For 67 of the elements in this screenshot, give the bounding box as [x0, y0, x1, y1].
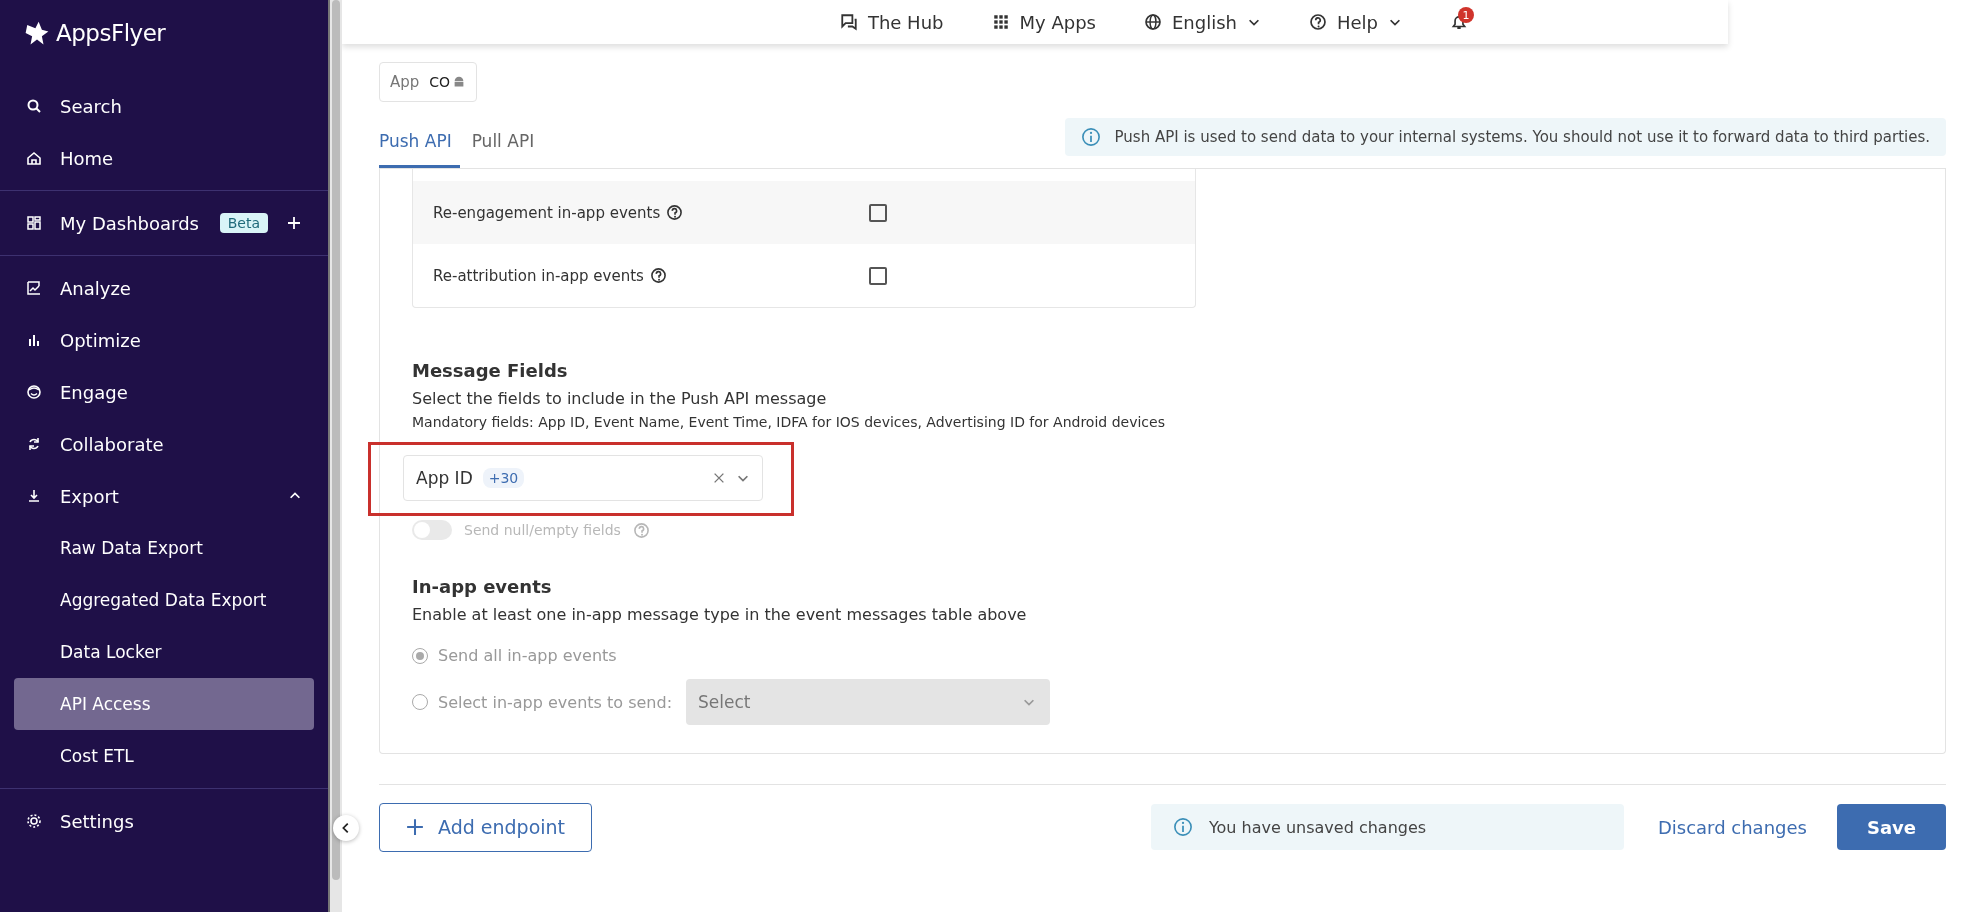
sidebar-item[interactable]: Engage: [0, 366, 328, 418]
fields-select[interactable]: App ID +30: [403, 455, 763, 501]
apps-icon: [991, 13, 1010, 31]
section-description: Select the fields to include in the Push API message: [412, 389, 828, 408]
sidebar-subitem[interactable]: Data Locker: [14, 626, 314, 678]
face-icon: [26, 384, 42, 400]
bell-icon[interactable]: [1450, 13, 1468, 31]
nav-dropdown[interactable]: English: [1143, 11, 1261, 33]
sidebar-item[interactable]: Export: [0, 470, 328, 522]
sidebar-item[interactable]: Settings: [0, 795, 328, 847]
home-icon: [26, 150, 42, 166]
toggle-label: Send null/empty fields: [464, 522, 621, 538]
help-icon[interactable]: [666, 204, 684, 221]
checkbox[interactable]: [869, 266, 887, 285]
beta-badge: Beta: [219, 213, 268, 233]
sidebar-item[interactable]: My Dashboards Beta: [0, 197, 328, 249]
bar-chart-icon: [26, 332, 42, 348]
help-icon[interactable]: [649, 267, 667, 284]
sidebar-subitem[interactable]: Raw Data Export: [14, 522, 314, 574]
section-title: In-app events: [412, 576, 553, 597]
nav-link[interactable]: The Hub: [839, 11, 944, 33]
add-endpoint-button[interactable]: Add endpoint: [379, 802, 593, 852]
logo-icon: [24, 20, 50, 46]
scrollbar[interactable]: [328, 0, 342, 912]
sidebar-item[interactable]: Collaborate: [0, 418, 328, 470]
checkbox[interactable]: [869, 203, 887, 222]
collapse-button[interactable]: [333, 815, 359, 841]
add-icon[interactable]: [286, 215, 302, 231]
mandatory-note: Mandatory fields: App ID, Event Name, Event Time, IDFA for IOS devices, Advertising ID for Android devices: [412, 414, 1166, 430]
discard-link[interactable]: Discard changes: [1651, 815, 1813, 839]
grid-icon: [26, 215, 42, 231]
tab[interactable]: Push API: [379, 118, 460, 168]
plus-icon: [406, 818, 424, 836]
radio-label: Select in-app events to send:: [438, 692, 672, 712]
section-title: Message Fields: [412, 360, 569, 381]
info-icon: [1172, 817, 1193, 837]
nav-link[interactable]: My Apps: [991, 11, 1096, 33]
download-icon: [26, 488, 42, 504]
clear-icon[interactable]: [712, 471, 726, 485]
count-badge: +30: [482, 468, 525, 488]
section-description: Enable at least one in-app message type in the event messages table above: [412, 605, 1028, 624]
settings-icon: [26, 813, 42, 829]
chart-icon: [26, 280, 42, 296]
chat-icon: [839, 13, 858, 31]
radio-label: Send all in-app events: [438, 646, 617, 665]
tab[interactable]: Pull API: [463, 118, 543, 168]
help-icon: [1308, 13, 1327, 31]
sidebar-subitem[interactable]: API Access: [14, 678, 314, 730]
sidebar-item[interactable]: Search: [0, 80, 328, 132]
sidebar-subitem[interactable]: Aggregated Data Export: [14, 574, 314, 626]
app-selector[interactable]: App CO: [379, 62, 478, 102]
banner-text: Push API is used to send data to your internal systems. You should not use it to forward data to third parties.: [1114, 128, 1930, 146]
search-icon: [26, 98, 42, 114]
event-label: Re-attribution in-app events: [433, 266, 644, 285]
sidebar-subitem[interactable]: Cost ETL: [14, 730, 314, 782]
sidebar-item[interactable]: Optimize: [0, 314, 328, 366]
sidebar-item[interactable]: Home: [0, 132, 328, 184]
event-label: Re-engagement in-app events: [433, 203, 661, 222]
notice-text: You have unsaved changes: [1208, 817, 1427, 837]
nav-dropdown[interactable]: Help: [1308, 11, 1402, 33]
notification-badge: 1: [1458, 7, 1474, 23]
logo-text: AppsFlyer: [56, 20, 166, 46]
save-button[interactable]: Save: [1836, 804, 1946, 850]
sync-icon: [26, 436, 42, 452]
info-icon: [1080, 127, 1101, 147]
globe-icon: [1143, 13, 1162, 31]
sidebar-item[interactable]: Analyze: [0, 262, 328, 314]
